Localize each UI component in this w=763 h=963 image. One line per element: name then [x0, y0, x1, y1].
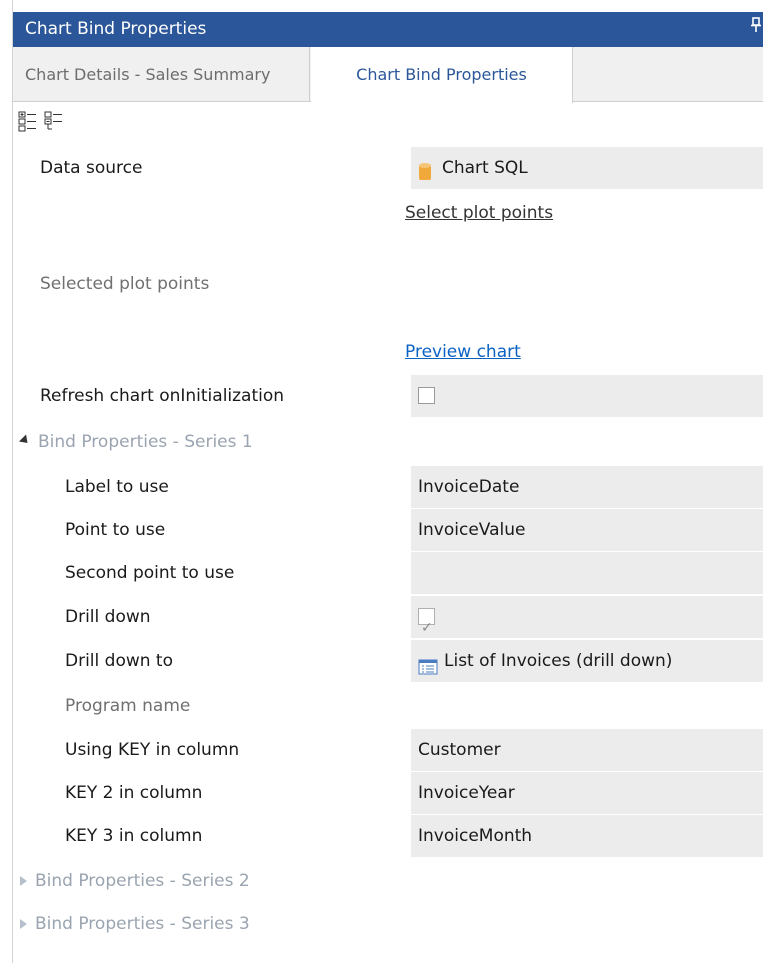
panel-title-bar: Chart Bind Properties: [13, 12, 763, 47]
drill-down-label: Drill down: [65, 607, 151, 627]
property-row-data-source: Data source Chart SQL: [13, 147, 763, 189]
point-to-use-text: InvoiceValue: [418, 520, 526, 540]
drill-down-to-text: List of Invoices (drill down): [444, 651, 673, 671]
key1-text: Customer: [418, 740, 501, 760]
second-point-value[interactable]: [411, 552, 763, 594]
property-row-key3: KEY 3 in column InvoiceMonth: [13, 815, 763, 857]
tab-bar: Chart Details - Sales Summary Chart Bind…: [13, 47, 763, 103]
point-to-use-label: Point to use: [65, 520, 166, 540]
panel-title: Chart Bind Properties: [25, 19, 207, 39]
drill-down-to-value[interactable]: List of Invoices (drill down): [411, 640, 763, 682]
data-source-text: Chart SQL: [442, 158, 528, 178]
program-name-label: Program name: [65, 696, 191, 716]
series-1-header[interactable]: Bind Properties - Series 1: [13, 428, 763, 458]
key1-label: Using KEY in column: [65, 740, 240, 760]
series-2-title: Bind Properties - Series 2: [35, 871, 250, 891]
series-2-header-text: Bind Properties - Series 2: [20, 871, 250, 891]
property-row-drill-down: Drill down ✓: [13, 596, 763, 638]
tab-chart-details[interactable]: Chart Details - Sales Summary: [13, 47, 310, 102]
refresh-on-init-checkbox[interactable]: [418, 387, 435, 404]
key3-label: KEY 3 in column: [65, 826, 203, 846]
series-2-header[interactable]: Bind Properties - Series 2: [13, 867, 763, 897]
drill-down-to-label: Drill down to: [65, 651, 173, 671]
label-to-use-value[interactable]: InvoiceDate: [411, 466, 763, 508]
key1-value[interactable]: Customer: [411, 729, 763, 771]
key2-text: InvoiceYear: [418, 783, 515, 803]
tab-chart-bind-properties[interactable]: Chart Bind Properties: [311, 47, 573, 103]
label-to-use-label: Label to use: [65, 477, 169, 497]
left-panel-edge: [0, 0, 13, 963]
collapse-triangle-icon[interactable]: [18, 433, 32, 447]
property-row-drill-down-to: Drill down to List of Invoices (drill do…: [13, 640, 763, 682]
preview-chart-link[interactable]: Preview chart: [405, 342, 521, 362]
series-3-title: Bind Properties - Series 3: [35, 914, 250, 934]
refresh-on-init-value: [411, 375, 763, 417]
property-row-point-to-use: Point to use InvoiceValue: [13, 509, 763, 551]
drill-down-checkbox[interactable]: ✓: [418, 608, 435, 636]
series-1-header-text: Bind Properties - Series 1: [18, 432, 253, 452]
drill-down-value: ✓: [411, 596, 763, 638]
property-row-key1: Using KEY in column Customer: [13, 729, 763, 771]
series-3-header[interactable]: Bind Properties - Series 3: [13, 910, 763, 940]
property-toolbar: [18, 110, 64, 136]
property-row-program-name: Program name: [13, 692, 763, 722]
expand-triangle-icon[interactable]: [20, 919, 27, 929]
key2-value[interactable]: InvoiceYear: [411, 772, 763, 814]
select-plot-points-link[interactable]: Select plot points: [405, 203, 553, 223]
property-row-second-point: Second point to use: [13, 552, 763, 594]
point-to-use-value[interactable]: InvoiceValue: [411, 509, 763, 551]
categorized-view-icon[interactable]: [18, 110, 38, 132]
data-source-value[interactable]: Chart SQL: [411, 147, 763, 189]
expand-triangle-icon[interactable]: [20, 876, 27, 886]
second-point-label: Second point to use: [65, 563, 235, 583]
property-row-select-plot-points: Select plot points: [13, 199, 763, 229]
key3-text: InvoiceMonth: [418, 826, 533, 846]
property-row-selected-plot-points: Selected plot points: [13, 270, 763, 300]
pin-icon[interactable]: [749, 12, 763, 47]
alphabetical-view-icon[interactable]: [44, 110, 64, 132]
property-row-preview-chart: Preview chart: [13, 338, 763, 368]
property-row-key2: KEY 2 in column InvoiceYear: [13, 772, 763, 814]
label-to-use-text: InvoiceDate: [418, 477, 520, 497]
selected-plot-points-label: Selected plot points: [40, 274, 210, 294]
tab-label: Chart Details - Sales Summary: [25, 65, 271, 84]
data-source-label: Data source: [40, 158, 143, 178]
key3-value[interactable]: InvoiceMonth: [411, 815, 763, 857]
tab-label: Chart Bind Properties: [356, 65, 527, 84]
series-3-header-text: Bind Properties - Series 3: [20, 914, 250, 934]
series-1-title: Bind Properties - Series 1: [38, 432, 253, 452]
property-row-refresh-on-init: Refresh chart onInitialization: [13, 375, 763, 417]
key2-label: KEY 2 in column: [65, 783, 203, 803]
list-form-icon: [418, 650, 438, 675]
database-icon: [418, 156, 432, 180]
refresh-on-init-label: Refresh chart onInitialization: [40, 386, 285, 406]
property-row-label-to-use: Label to use InvoiceDate: [13, 466, 763, 508]
